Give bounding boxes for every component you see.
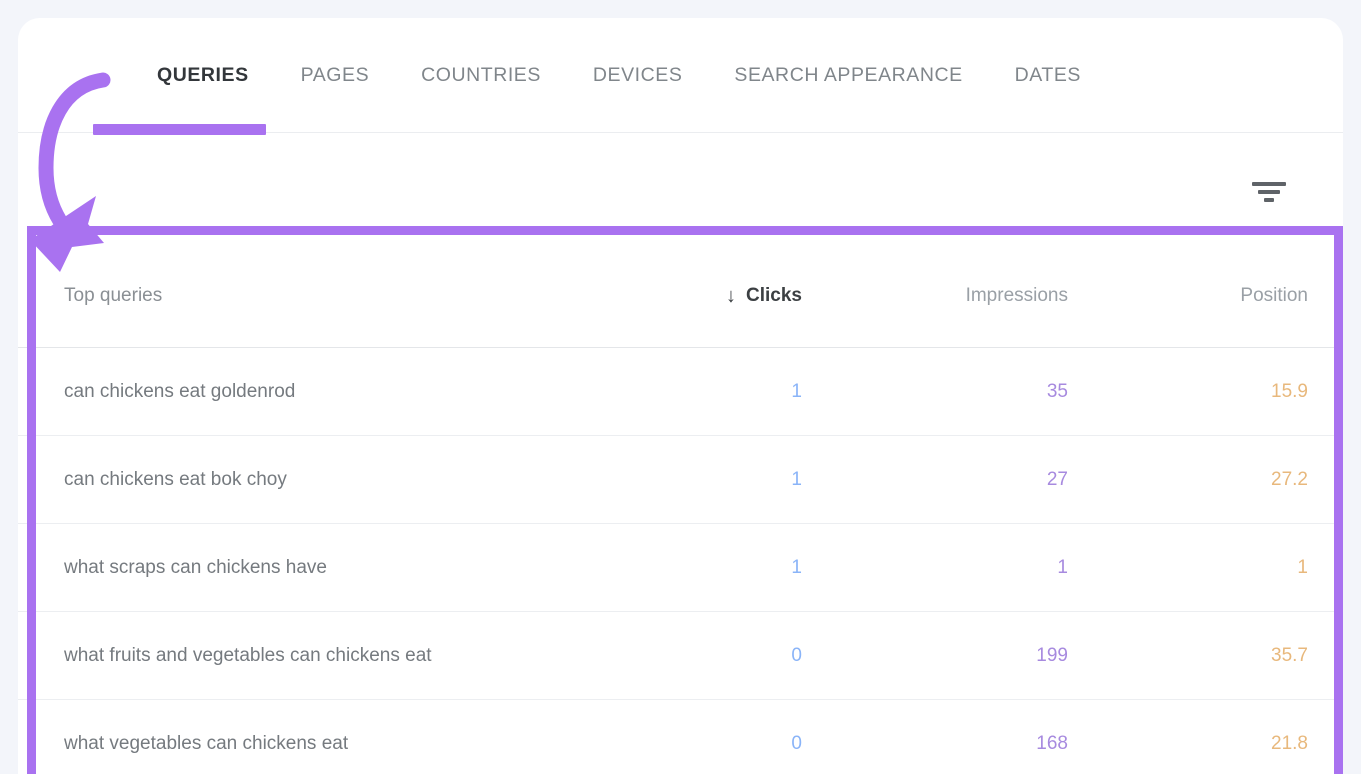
column-header-top-queries[interactable]: Top queries — [18, 285, 678, 307]
cell-impressions: 1 — [1057, 556, 1068, 578]
screenshot-root: QUERIES PAGES COUNTRIES DEVICES SEARCH A… — [0, 0, 1361, 774]
column-header-clicks-label: Clicks — [746, 284, 802, 306]
tab-countries[interactable]: COUNTRIES — [395, 62, 567, 88]
tab-devices-label: DEVICES — [592, 64, 683, 86]
tab-pages-label: PAGES — [300, 64, 370, 86]
active-tab-underline-annotation — [93, 124, 266, 135]
cell-query: can chickens eat bok choy — [64, 468, 287, 490]
filter-toolbar — [18, 134, 1343, 244]
tab-dates[interactable]: DATES — [989, 62, 1107, 88]
cell-impressions: 27 — [1046, 468, 1068, 490]
cell-position: 27.2 — [1271, 468, 1308, 490]
tab-bar: QUERIES PAGES COUNTRIES DEVICES SEARCH A… — [18, 18, 1343, 133]
tab-dates-label: DATES — [1014, 64, 1081, 86]
cell-position: 15.9 — [1271, 380, 1308, 402]
cell-query: can chickens eat goldenrod — [64, 380, 296, 402]
tab-list: QUERIES PAGES COUNTRIES DEVICES SEARCH A… — [131, 62, 1107, 88]
table-header-row: Top queries ↓ Clicks Impressions Positio… — [18, 244, 1343, 348]
cell-impressions: 199 — [1036, 644, 1068, 666]
tab-search-appearance[interactable]: SEARCH APPEARANCE — [708, 62, 988, 88]
cell-impressions: 35 — [1046, 380, 1068, 402]
cell-clicks: 1 — [791, 556, 802, 578]
column-header-clicks[interactable]: ↓ Clicks — [678, 285, 802, 307]
cell-clicks: 1 — [791, 468, 802, 490]
cell-position: 21.8 — [1271, 732, 1308, 754]
table-row[interactable]: can chickens eat bok choy 1 27 27.2 — [18, 436, 1343, 524]
tab-pages[interactable]: PAGES — [275, 62, 396, 88]
filter-icon-bar-1 — [1252, 182, 1286, 186]
cell-position: 1 — [1297, 556, 1308, 578]
table-row[interactable]: what scraps can chickens have 1 1 1 — [18, 524, 1343, 612]
column-header-position[interactable]: Position — [1082, 285, 1342, 307]
cell-clicks: 0 — [791, 644, 802, 666]
cell-impressions: 168 — [1036, 732, 1068, 754]
table-row[interactable]: what fruits and vegetables can chickens … — [18, 612, 1343, 700]
tab-queries[interactable]: QUERIES — [131, 62, 275, 88]
filter-icon[interactable] — [1252, 180, 1286, 206]
cell-clicks: 1 — [791, 380, 802, 402]
table-row[interactable]: what vegetables can chickens eat 0 168 2… — [18, 700, 1343, 774]
cell-position: 35.7 — [1271, 644, 1308, 666]
cell-query: what vegetables can chickens eat — [64, 732, 349, 754]
table-row[interactable]: can chickens eat goldenrod 1 35 15.9 — [18, 348, 1343, 436]
queries-table: Top queries ↓ Clicks Impressions Positio… — [18, 244, 1343, 774]
sort-descending-icon: ↓ — [726, 284, 737, 307]
tab-search-appearance-label: SEARCH APPEARANCE — [734, 64, 963, 86]
filter-icon-bar-3 — [1264, 198, 1274, 202]
cell-clicks: 0 — [791, 732, 802, 754]
tab-countries-label: COUNTRIES — [421, 64, 541, 86]
cell-query: what scraps can chickens have — [64, 556, 327, 578]
filter-icon-bar-2 — [1258, 190, 1280, 194]
tab-devices[interactable]: DEVICES — [567, 62, 708, 88]
column-header-impressions[interactable]: Impressions — [802, 285, 1082, 307]
tab-queries-label: QUERIES — [157, 64, 249, 86]
cell-query: what fruits and vegetables can chickens … — [64, 644, 432, 666]
